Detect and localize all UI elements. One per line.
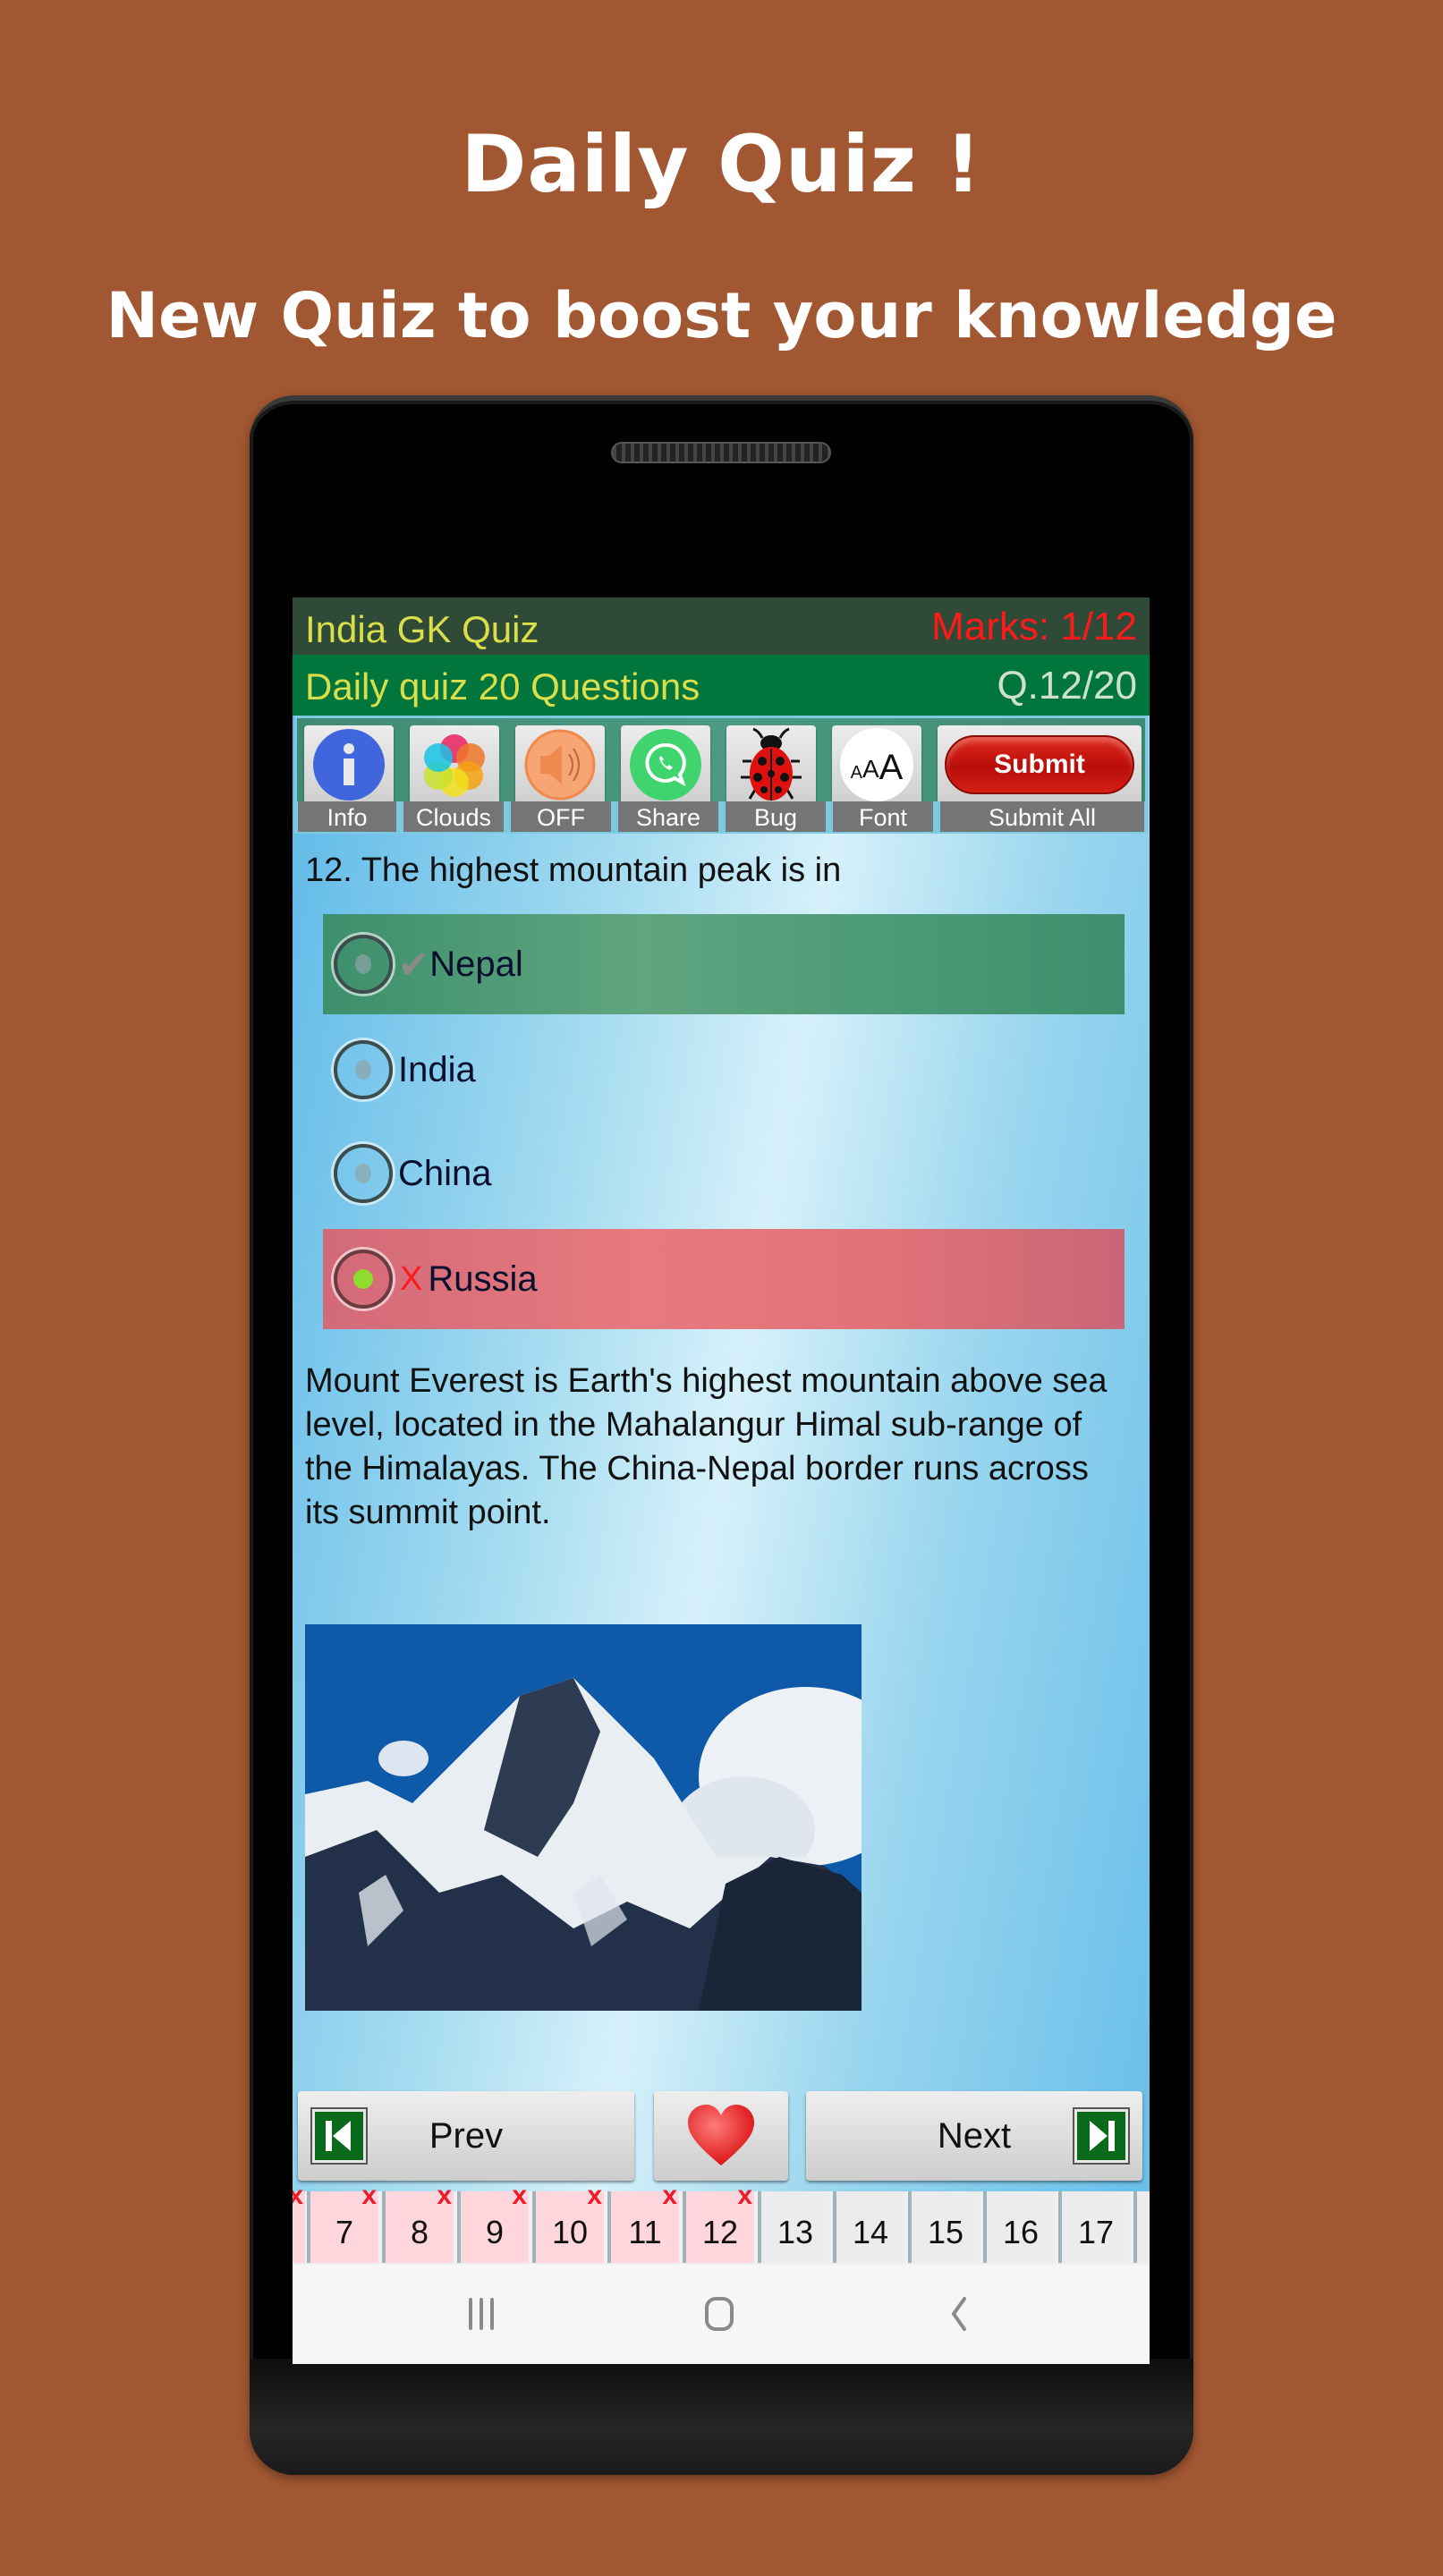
prev-label: Prev bbox=[429, 2115, 504, 2156]
system-navigation-bar bbox=[293, 2265, 1150, 2364]
option-nepal[interactable]: ✔ Nepal bbox=[323, 914, 1125, 1014]
back-button[interactable] bbox=[937, 2292, 981, 2336]
promo-subtitle: New Quiz to boost your knowledge bbox=[106, 279, 1337, 352]
quiz-name: Daily quiz 20 Questions bbox=[305, 665, 700, 708]
toolbar: AAA Submit bbox=[294, 716, 1148, 804]
favorite-button[interactable] bbox=[654, 2091, 788, 2181]
home-button[interactable] bbox=[697, 2292, 742, 2336]
toolbar-label-clouds: Clouds bbox=[403, 801, 504, 832]
skip-back-icon bbox=[312, 2109, 366, 2163]
app-screen: India GK Quiz Marks: 1/12 Daily quiz 20 … bbox=[293, 597, 1150, 2364]
question-cell-7[interactable]: 7x bbox=[307, 2181, 378, 2263]
option-russia[interactable]: X Russia bbox=[323, 1229, 1125, 1329]
back-icon bbox=[951, 2297, 966, 2331]
option-label: China bbox=[398, 1153, 492, 1193]
home-icon bbox=[705, 2297, 734, 2331]
option-label: Nepal bbox=[429, 944, 523, 984]
option-radio[interactable] bbox=[334, 1040, 393, 1099]
question-cell-11[interactable]: 11 x bbox=[607, 2181, 679, 2263]
question-number-strip[interactable]: x 7x 8x 9x 10 x 11 x 12 x 13 14 15 16 17 bbox=[293, 2181, 1150, 2265]
phone-chin bbox=[250, 2359, 1193, 2475]
option-china[interactable]: China bbox=[323, 1123, 1125, 1224]
marks-score: Marks: 1/12 bbox=[931, 605, 1137, 648]
question-cell-9[interactable]: 9x bbox=[457, 2181, 529, 2263]
toolbar-label-share: Share bbox=[618, 801, 718, 832]
next-button[interactable]: Next bbox=[806, 2091, 1142, 2181]
option-label: India bbox=[398, 1049, 476, 1089]
whatsapp-icon bbox=[630, 729, 701, 801]
question-cell-17[interactable]: 17 bbox=[1058, 2191, 1130, 2263]
question-counter: Q.12/20 bbox=[997, 664, 1137, 708]
question-cell-13[interactable]: 13 bbox=[758, 2191, 829, 2263]
report-bug-button[interactable] bbox=[726, 725, 816, 804]
info-button[interactable] bbox=[304, 725, 394, 804]
toolbar-labels: Info Clouds OFF Share Bug Font Submit Al… bbox=[294, 801, 1148, 834]
option-india[interactable]: India bbox=[323, 1020, 1125, 1120]
option-radio-selected[interactable] bbox=[334, 1250, 393, 1309]
heart-icon bbox=[688, 2105, 754, 2165]
info-icon bbox=[313, 729, 385, 801]
toolbar-label-bug: Bug bbox=[726, 801, 826, 832]
wrong-x-icon: X bbox=[400, 1259, 423, 1298]
ladybug-icon bbox=[741, 727, 802, 801]
question-cell-18[interactable] bbox=[1133, 2191, 1150, 2263]
question-cell-6[interactable]: x bbox=[293, 2181, 305, 2263]
mount-everest-image bbox=[305, 1624, 862, 2011]
recent-apps-icon bbox=[469, 2298, 494, 2330]
recent-apps-button[interactable] bbox=[459, 2292, 504, 2336]
share-button[interactable] bbox=[621, 725, 710, 804]
question-cell-12[interactable]: 12 x bbox=[683, 2181, 754, 2263]
question-cell-8[interactable]: 8x bbox=[382, 2181, 454, 2263]
option-radio[interactable] bbox=[334, 1144, 393, 1203]
font-size-button[interactable]: AAA bbox=[832, 725, 921, 804]
toolbar-label-font: Font bbox=[833, 801, 933, 832]
sound-toggle-button[interactable] bbox=[515, 725, 605, 804]
speaker-grille bbox=[611, 442, 831, 463]
question-cell-10[interactable]: 10 x bbox=[532, 2181, 604, 2263]
question-cell-16[interactable]: 16 bbox=[983, 2191, 1055, 2263]
skip-forward-icon bbox=[1074, 2109, 1128, 2163]
option-label: Russia bbox=[428, 1258, 538, 1299]
promo-title: Daily Quiz ! bbox=[461, 118, 982, 210]
speaker-icon bbox=[524, 729, 596, 801]
app-title: India GK Quiz bbox=[305, 608, 539, 650]
quiz-header: Daily quiz 20 Questions Q.12/20 bbox=[293, 655, 1150, 716]
submit-all-button[interactable]: Submit bbox=[938, 725, 1142, 804]
next-label: Next bbox=[937, 2115, 1012, 2156]
question-cell-15[interactable]: 15 bbox=[908, 2191, 980, 2263]
prev-button[interactable]: Prev bbox=[298, 2091, 634, 2181]
toolbar-label-submit-all: Submit All bbox=[940, 801, 1144, 832]
toolbar-label-info: Info bbox=[298, 801, 396, 832]
clouds-theme-icon bbox=[424, 734, 485, 797]
correct-check-icon: ✔ bbox=[398, 943, 430, 986]
toolbar-label-sound: OFF bbox=[511, 801, 611, 832]
app-header: India GK Quiz Marks: 1/12 bbox=[293, 597, 1150, 655]
font-size-icon: AAA bbox=[840, 728, 913, 801]
question-cell-14[interactable]: 14 bbox=[833, 2191, 904, 2263]
explanation-text: Mount Everest is Earth's highest mountai… bbox=[305, 1362, 1108, 1531]
submit-button[interactable]: Submit bbox=[945, 735, 1134, 794]
clouds-theme-button[interactable] bbox=[410, 725, 499, 804]
question-text: 12. The highest mountain peak is in bbox=[305, 852, 842, 889]
option-radio[interactable] bbox=[334, 935, 393, 994]
